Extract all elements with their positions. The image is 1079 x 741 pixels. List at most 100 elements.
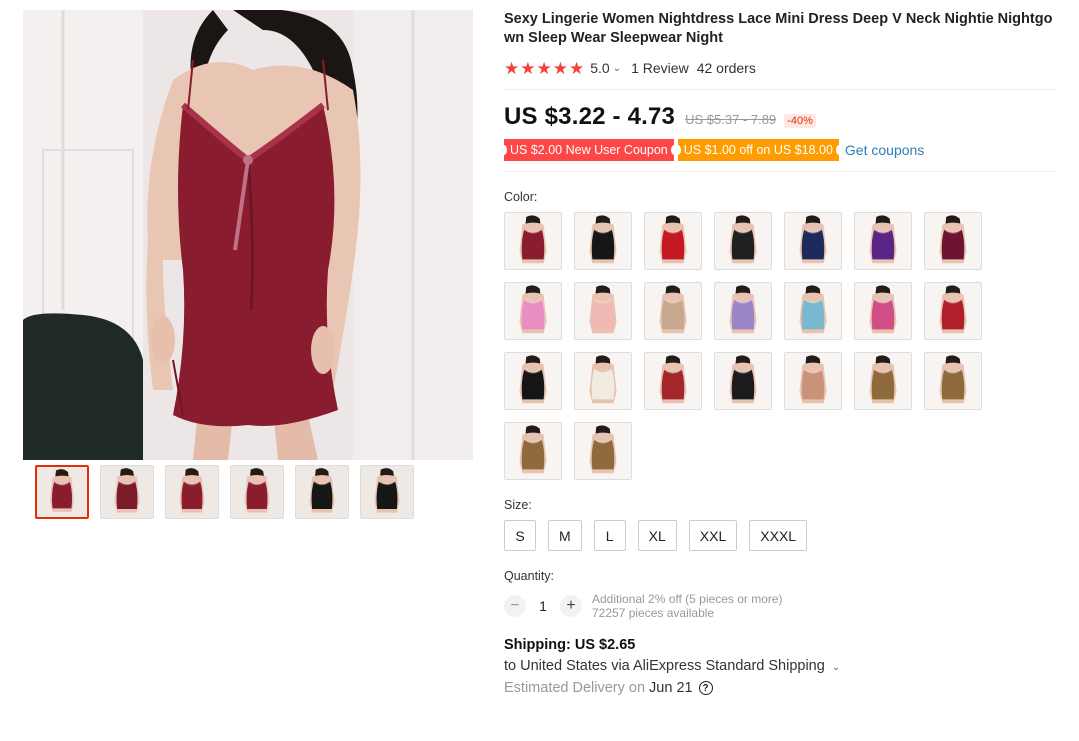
pieces-available: 72257 pieces available xyxy=(592,606,715,620)
figure-illustration xyxy=(715,283,771,339)
thumb-burgundy-pose[interactable] xyxy=(230,465,284,519)
bulk-discount-note: Additional 2% off (5 pieces or more) xyxy=(592,592,783,606)
star-rating[interactable]: ★ ★ ★ ★ ★ xyxy=(504,60,584,77)
get-coupons-link[interactable]: Get coupons xyxy=(845,142,924,158)
color-swatch-black-set[interactable] xyxy=(714,352,772,410)
size-option-xxl[interactable]: XXL xyxy=(688,520,738,551)
color-swatch-red-tan[interactable] xyxy=(924,282,982,340)
figure-illustration xyxy=(505,353,561,409)
product-title: Sexy Lingerie Women Nightdress Lace Mini… xyxy=(504,11,1053,46)
color-label: Color: xyxy=(504,190,538,204)
delivery-prefix: Estimated Delivery on xyxy=(504,680,646,696)
divider xyxy=(504,89,1056,90)
help-icon[interactable]: ? xyxy=(698,681,713,695)
color-swatch-tan-set[interactable] xyxy=(784,352,842,410)
figure-illustration xyxy=(505,423,561,479)
current-price: US $3.22 - 4.73 xyxy=(504,103,676,130)
figure-illustration xyxy=(855,353,911,409)
figure-illustration xyxy=(925,213,981,269)
color-swatch-black[interactable] xyxy=(574,212,632,270)
size-option-xxxl[interactable]: XXXL xyxy=(749,520,808,551)
color-swatch-leopard-purple[interactable] xyxy=(574,422,632,480)
size-option-m[interactable]: M xyxy=(548,520,582,551)
quantity-value[interactable]: 1 xyxy=(526,598,560,614)
delivery-date: Jun 21 xyxy=(649,680,693,696)
size-label: Size: xyxy=(504,498,532,512)
color-swatch-red-set[interactable] xyxy=(644,352,702,410)
orders-count: 42 orders xyxy=(696,60,756,76)
figure-illustration xyxy=(855,213,911,269)
shipping-destination-text[interactable]: to United States via AliExpress Standard… xyxy=(504,658,825,674)
new-user-coupon[interactable]: US $2.00 New User Coupon xyxy=(501,139,677,161)
thumb-black-chair[interactable] xyxy=(295,465,349,519)
color-swatch-rose[interactable] xyxy=(854,282,912,340)
color-swatch-pink[interactable] xyxy=(504,282,562,340)
figure-illustration xyxy=(785,353,841,409)
figure-illustration xyxy=(166,466,218,518)
color-swatch-red[interactable] xyxy=(644,212,702,270)
figure-illustration xyxy=(505,283,561,339)
price-row: US $3.22 - 4.73 US $5.37 - 7.89 -40% xyxy=(504,103,1056,131)
color-swatch-leopard-black[interactable] xyxy=(854,352,912,410)
color-swatch-black-lace[interactable] xyxy=(714,212,772,270)
size-options: S M L XL XXL XXXL xyxy=(504,520,1056,551)
threshold-coupon[interactable]: US $1.00 off on US $18.00 xyxy=(674,139,843,161)
thumb-burgundy-chair[interactable] xyxy=(100,465,154,519)
estimated-delivery: Estimated Delivery on Jun 21 ? xyxy=(504,680,1056,696)
figure-illustration xyxy=(231,466,283,518)
figure-illustration xyxy=(715,353,771,409)
shipping-title: Shipping: US $2.65 xyxy=(504,637,636,653)
color-swatch-navy[interactable] xyxy=(784,212,842,270)
star-icon: ★ xyxy=(520,58,536,78)
decrease-quantity-button[interactable]: − xyxy=(504,595,526,617)
color-swatch-burgundy[interactable] xyxy=(504,212,562,270)
color-swatch-lavender[interactable] xyxy=(714,282,772,340)
figure-illustration xyxy=(855,283,911,339)
size-option-xl[interactable]: XL xyxy=(637,520,677,551)
figure-illustration xyxy=(645,353,701,409)
chevron-down-icon[interactable]: ⌄ xyxy=(613,63,621,74)
figure-illustration xyxy=(296,466,348,518)
thumb-burgundy-side[interactable] xyxy=(165,465,219,519)
color-swatch-sky-blue[interactable] xyxy=(784,282,842,340)
star-icon: ★ xyxy=(552,58,568,78)
thumb-burgundy-front[interactable] xyxy=(35,465,89,519)
shipping-destination[interactable]: to United States via AliExpress Standard… xyxy=(504,658,1056,674)
figure-illustration xyxy=(785,213,841,269)
quantity-stepper: − 1 + Additional 2% off (5 pieces or mor… xyxy=(504,592,1056,620)
chevron-down-icon[interactable]: ⌄ xyxy=(832,662,840,673)
quantity-notes: Additional 2% off (5 pieces or more) 722… xyxy=(592,592,783,620)
color-swatch-wine[interactable] xyxy=(924,212,982,270)
increase-quantity-button[interactable]: + xyxy=(560,595,582,617)
star-icon: ★ xyxy=(504,58,520,78)
color-swatch-black-white-lace[interactable] xyxy=(504,352,562,410)
star-icon: ★ xyxy=(569,58,585,78)
star-icon: ★ xyxy=(536,58,552,78)
product-info: Sexy Lingerie Women Nightdress Lace Mini… xyxy=(501,10,1056,696)
size-option-s[interactable]: S xyxy=(504,520,536,551)
figure-illustration xyxy=(575,283,631,339)
figure-illustration xyxy=(925,283,981,339)
color-swatch-leopard-blue[interactable] xyxy=(924,352,982,410)
size-option-l[interactable]: L xyxy=(593,520,626,551)
figure-illustration xyxy=(715,213,771,269)
main-product-image[interactable] xyxy=(23,10,473,460)
reviews-link[interactable]: 1 Review xyxy=(631,60,689,76)
figure-illustration xyxy=(645,213,701,269)
discount-badge: -40% xyxy=(784,114,816,128)
figure-illustration xyxy=(575,353,631,409)
color-swatch-nude-pink[interactable] xyxy=(574,282,632,340)
color-swatch-champagne[interactable] xyxy=(644,282,702,340)
color-swatch-purple[interactable] xyxy=(854,212,912,270)
coupon-row: US $2.00 New User Coupon US $1.00 off on… xyxy=(501,139,1056,161)
figure-illustration xyxy=(361,466,413,518)
main-image-illustration xyxy=(23,10,473,460)
color-swatch-white[interactable] xyxy=(574,352,632,410)
original-price: US $5.37 - 7.89 xyxy=(685,112,777,127)
color-swatch-leopard-red[interactable] xyxy=(504,422,562,480)
figure-illustration xyxy=(785,283,841,339)
rating-row: ★ ★ ★ ★ ★ 5.0 ⌄ 1 Review 42 orders xyxy=(504,59,1056,77)
figure-illustration xyxy=(101,466,153,518)
rating-score[interactable]: 5.0 xyxy=(590,60,609,76)
thumb-black-back[interactable] xyxy=(360,465,414,519)
